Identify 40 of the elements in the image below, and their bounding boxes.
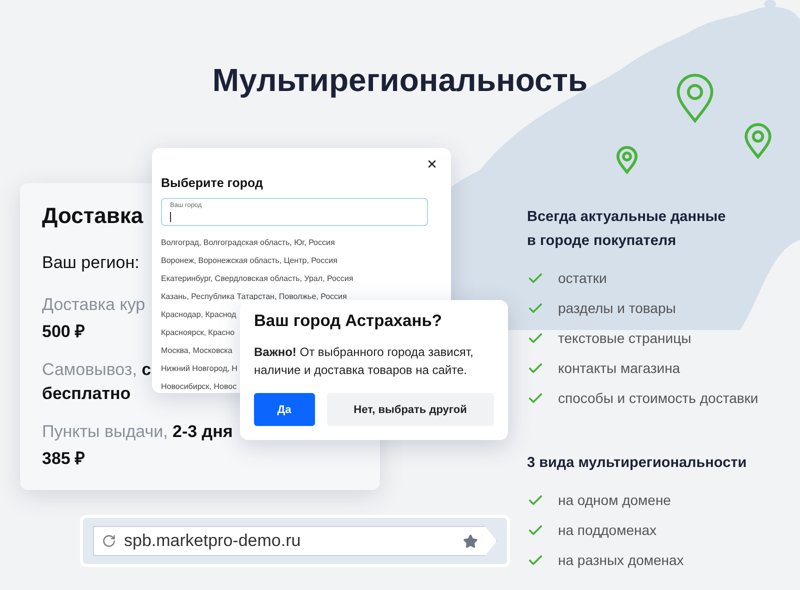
delivery-price: бесплатно <box>42 384 131 404</box>
close-icon[interactable] <box>426 158 438 170</box>
city-option[interactable]: Воронеж, Воронежская область, Центр, Россия <box>161 255 338 266</box>
picker-title: Выберите город <box>161 176 263 190</box>
feature-heading: Всегда актуальные данные в городе покупателя <box>527 208 727 251</box>
feature-item: разделы и товары <box>558 300 676 316</box>
city-option[interactable]: Красноярск, Красно <box>161 327 235 338</box>
dialog-title: Ваш город Астрахань? <box>254 312 442 331</box>
city-option[interactable]: Нижний Новгород, Н <box>161 363 238 374</box>
feature-item: остатки <box>558 270 607 286</box>
map-pin-icon <box>744 123 772 158</box>
dialog-message: Важно! От выбранного города зависят, наличие и доставка товаров на сайте. <box>254 344 474 379</box>
star-icon[interactable] <box>463 534 478 548</box>
card-title: Доставка <box>42 203 144 229</box>
city-option[interactable]: Новосибирск, Новос <box>161 381 237 392</box>
delivery-option: Пункты выдачи, 2-3 дня <box>42 422 233 442</box>
feature-item: на поддоменах <box>558 522 657 538</box>
feature-item: на разных доменах <box>558 552 684 568</box>
feature-item: способы и стоимость доставки <box>558 390 758 406</box>
delivery-price: 500 ₽ <box>42 321 86 342</box>
confirm-button[interactable]: Да <box>254 393 315 426</box>
city-option[interactable]: Казань, Республика Татарстан, Поволжье, Россия <box>161 291 347 302</box>
city-option[interactable]: Екатеринбург, Свердловская область, Урал, Россия <box>161 273 354 284</box>
feature-item: текстовые страницы <box>558 330 692 346</box>
region-label: Ваш регион: <box>42 253 140 273</box>
feature-item: на одном домене <box>558 492 671 508</box>
city-option[interactable]: Краснодар, Краснод <box>161 309 236 320</box>
map-pin-icon <box>676 74 714 122</box>
feature-item: контакты магазина <box>558 360 680 376</box>
page-title: Мультирегиональность <box>212 62 588 99</box>
delivery-option: Доставка кур <box>42 295 146 315</box>
city-option[interactable]: Волгоград, Волгоградская область, Юг, Россия <box>161 237 335 248</box>
delivery-price: 385 ₽ <box>42 448 86 469</box>
delivery-option: Самовывоз, с <box>42 360 152 380</box>
map-pin-icon <box>616 146 638 174</box>
city-option[interactable]: Москва, Московска <box>161 345 232 356</box>
feature-heading: 3 вида мультирегиональности <box>527 454 748 473</box>
reload-icon[interactable] <box>102 534 116 548</box>
choose-other-button[interactable]: Нет, выбрать другой <box>326 393 494 426</box>
url-text: spb.marketpro-demo.ru <box>124 531 302 551</box>
